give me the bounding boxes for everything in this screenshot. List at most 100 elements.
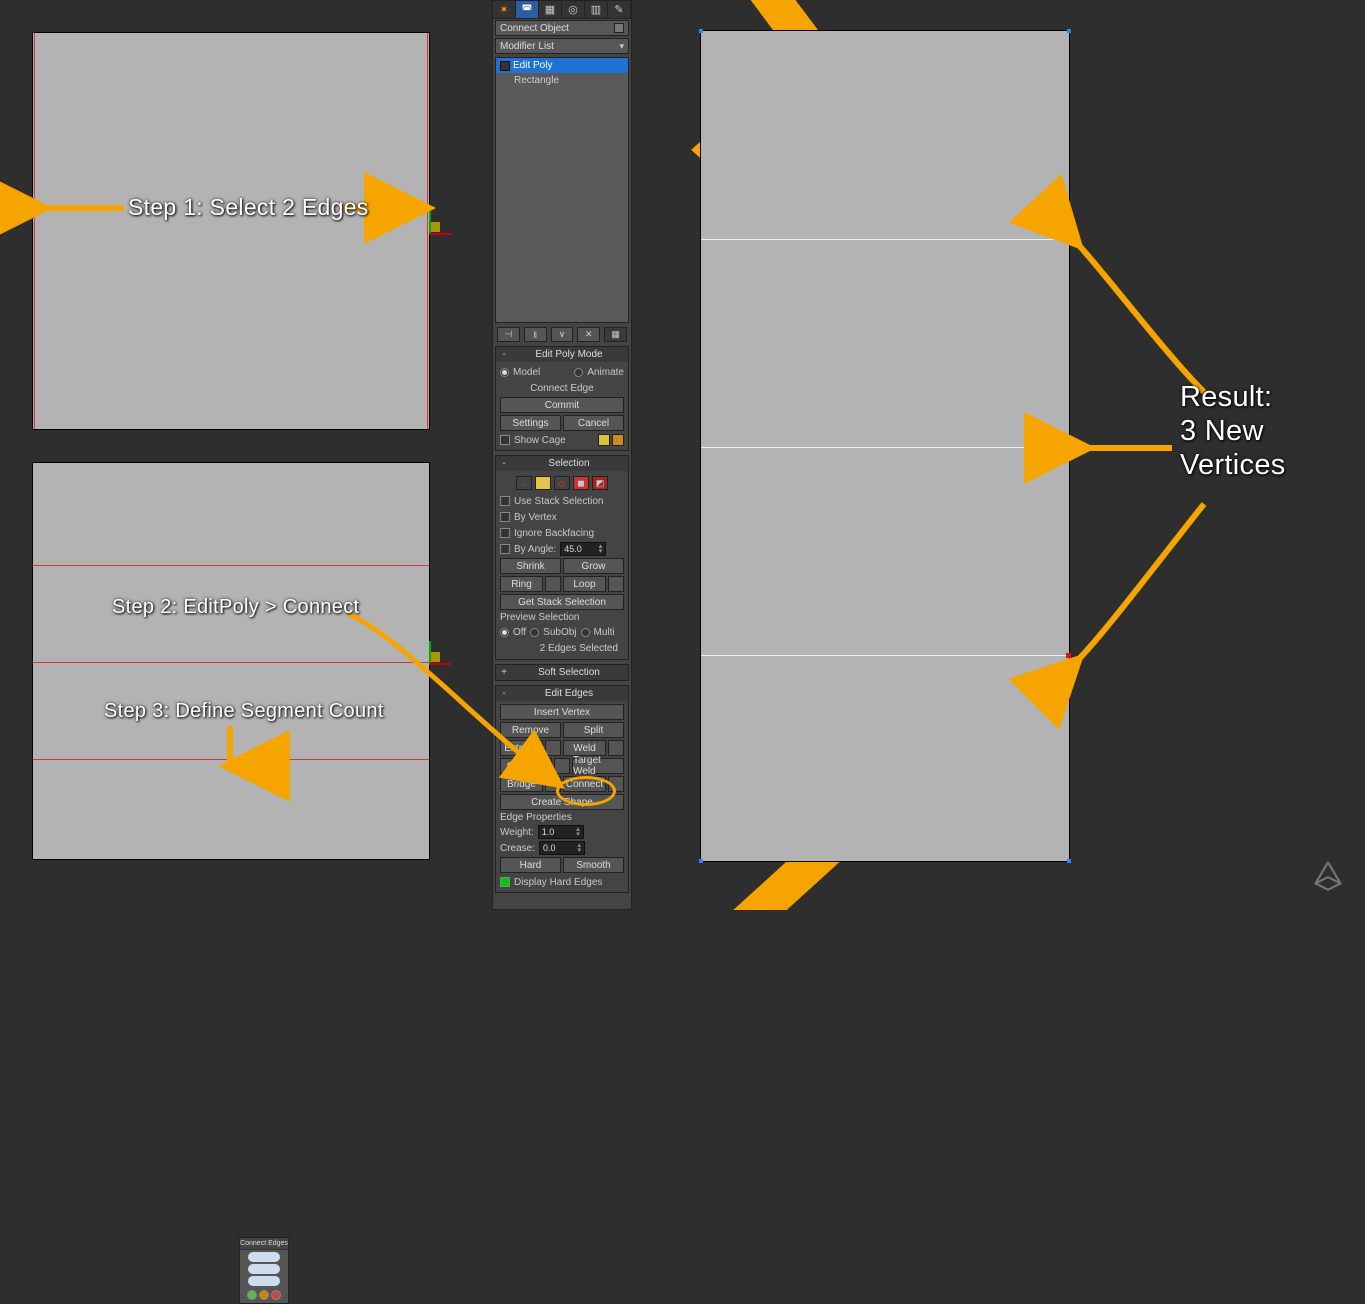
annotation-line: Result: bbox=[1180, 380, 1286, 414]
weight-label: Weight: bbox=[500, 827, 534, 838]
subobj-vertex-icon[interactable]: ∴ bbox=[516, 476, 532, 490]
checkbox-byangle[interactable] bbox=[500, 544, 510, 554]
tab-modify-icon[interactable]: ◚ bbox=[516, 1, 539, 18]
checkbox-label: Use Stack Selection bbox=[514, 496, 604, 507]
stack-item-label: Edit Poly bbox=[513, 60, 552, 71]
stack-buttons: ⊣ ǁ ∨ ✕ ▦ bbox=[493, 325, 631, 344]
checkbox-usestack[interactable] bbox=[500, 496, 510, 506]
spinner-segments[interactable]: 3 bbox=[248, 1252, 280, 1262]
subobject-icons: ∴ ◁ ◇ ◼ ◩ bbox=[500, 474, 624, 492]
checkbox-label: Show Cage bbox=[514, 435, 566, 446]
lightbulb-icon[interactable] bbox=[500, 61, 510, 71]
logo-watermark-icon bbox=[1307, 854, 1349, 896]
object-name-text: Connect Object bbox=[500, 23, 569, 34]
stack-item-label: Rectangle bbox=[514, 75, 559, 86]
show-end-icon[interactable]: ǁ bbox=[524, 327, 547, 342]
checkbox-label: Ignore Backfacing bbox=[514, 528, 594, 539]
crease-label: Crease: bbox=[500, 843, 535, 854]
arrow-result-3 bbox=[1064, 494, 1224, 677]
annotation-step1: Step 1: Select 2 Edges bbox=[128, 194, 369, 221]
remove-mod-icon[interactable]: ✕ bbox=[577, 327, 600, 342]
make-unique-icon[interactable]: ∨ bbox=[551, 327, 574, 342]
checkbox-label: By Angle: bbox=[514, 544, 556, 555]
annotation-step3: Step 3: Define Segment Count bbox=[104, 700, 384, 723]
spinner-angle[interactable]: 45.0▴▾ bbox=[560, 542, 606, 556]
checkbox-byvertex[interactable] bbox=[500, 512, 510, 522]
tab-display-icon[interactable]: ▥ bbox=[585, 1, 608, 18]
object-name-field[interactable]: Connect Object bbox=[495, 20, 629, 36]
subobj-border-icon[interactable]: ◇ bbox=[554, 476, 570, 490]
rollout-header[interactable]: - Selection bbox=[496, 456, 628, 471]
cancel-button[interactable]: Cancel bbox=[563, 415, 624, 431]
arrow-step3 bbox=[218, 722, 248, 783]
checkbox-ignoreback[interactable] bbox=[500, 528, 510, 538]
current-op-label: Connect Edge bbox=[530, 383, 593, 394]
panel-tabs: ✶ ◚ ▦ ◎ ▥ ✎ bbox=[493, 1, 631, 19]
cage-color-swatch-2[interactable] bbox=[612, 434, 624, 446]
selected-edge-left bbox=[34, 33, 35, 429]
tab-utilities-icon[interactable]: ✎ bbox=[608, 1, 631, 18]
connect-edges-popover[interactable]: Connect Edges 3 0 0 bbox=[239, 1237, 289, 1304]
rollout-header[interactable]: - Edit Poly Mode bbox=[496, 347, 628, 362]
loop-button[interactable]: Loop bbox=[563, 576, 606, 592]
selected-edge-right bbox=[427, 33, 428, 429]
radio-animate[interactable] bbox=[574, 368, 583, 377]
tab-create-icon[interactable]: ✶ bbox=[493, 1, 516, 18]
corner-vertex bbox=[699, 29, 703, 33]
modifier-list-dropdown[interactable]: Modifier List bbox=[495, 38, 629, 54]
edge-properties-label: Edge Properties bbox=[500, 812, 624, 823]
viewport-step1 bbox=[32, 32, 430, 430]
radio-label: Multi bbox=[594, 627, 615, 638]
corner-vertex bbox=[1067, 29, 1071, 33]
weld-settings-icon[interactable] bbox=[608, 740, 624, 756]
checkbox-label: Display Hard Edges bbox=[514, 877, 602, 888]
tab-hierarchy-icon[interactable]: ▦ bbox=[539, 1, 562, 18]
popover-apply-icon[interactable] bbox=[259, 1290, 269, 1300]
modifier-stack[interactable]: Edit Poly Rectangle bbox=[495, 57, 629, 323]
shrink-button[interactable]: Shrink bbox=[500, 558, 561, 574]
radio-model[interactable] bbox=[500, 368, 509, 377]
loop-spin-icon[interactable] bbox=[608, 576, 624, 592]
pin-stack-icon[interactable]: ⊣ bbox=[497, 327, 520, 342]
annotation-line: Vertices bbox=[1180, 448, 1286, 482]
grow-button[interactable]: Grow bbox=[563, 558, 624, 574]
spinner-crease[interactable]: 0.0▴▾ bbox=[539, 841, 585, 855]
settings-button[interactable]: Settings bbox=[500, 415, 561, 431]
stack-item-rectangle[interactable]: Rectangle bbox=[496, 73, 628, 88]
hard-button[interactable]: Hard bbox=[500, 857, 561, 873]
annotation-step2: Step 2: EditPoly > Connect bbox=[112, 596, 359, 619]
checkbox-label: By Vertex bbox=[514, 512, 557, 523]
rollout-editpoly-mode: - Edit Poly Mode Model Animate Connect E… bbox=[495, 346, 629, 451]
ring-spin-icon[interactable] bbox=[545, 576, 561, 592]
spinner-slide[interactable]: 0 bbox=[248, 1276, 280, 1286]
connect-edge-line bbox=[33, 565, 429, 566]
subobj-element-icon[interactable]: ◩ bbox=[592, 476, 608, 490]
arrow-result-2 bbox=[1072, 434, 1182, 467]
subobj-edge-icon[interactable]: ◁ bbox=[535, 476, 551, 490]
checkbox-display-hard[interactable] bbox=[500, 877, 510, 887]
popover-ok-icon[interactable] bbox=[247, 1290, 257, 1300]
spinner-weight[interactable]: 1.0▴▾ bbox=[538, 825, 584, 839]
ring-button[interactable]: Ring bbox=[500, 576, 543, 592]
corner-vertex bbox=[699, 859, 703, 863]
arrow-step1-left bbox=[29, 196, 129, 229]
subobj-polygon-icon[interactable]: ◼ bbox=[573, 476, 589, 490]
checkbox-showcage[interactable] bbox=[500, 435, 510, 445]
cage-color-swatch[interactable] bbox=[598, 434, 610, 446]
popover-cancel-icon[interactable] bbox=[271, 1290, 281, 1300]
commit-button[interactable]: Commit bbox=[500, 397, 624, 413]
connect-settings-icon[interactable] bbox=[608, 776, 624, 792]
smooth-button[interactable]: Smooth bbox=[563, 857, 624, 873]
configure-icon[interactable]: ▦ bbox=[604, 327, 627, 342]
tab-motion-icon[interactable]: ◎ bbox=[562, 1, 585, 18]
popover-title: Connect Edges bbox=[240, 1238, 288, 1250]
new-edge bbox=[701, 239, 1069, 240]
new-vertex bbox=[1066, 445, 1071, 450]
corner-vertex bbox=[1067, 859, 1071, 863]
annotation-line: 3 New bbox=[1180, 414, 1286, 448]
stack-item-editpoly[interactable]: Edit Poly bbox=[496, 58, 628, 73]
radio-label: Model bbox=[513, 367, 540, 378]
object-color-swatch[interactable] bbox=[614, 23, 624, 33]
spinner-pinch[interactable]: 0 bbox=[248, 1264, 280, 1274]
modifier-list-label: Modifier List bbox=[500, 41, 554, 52]
